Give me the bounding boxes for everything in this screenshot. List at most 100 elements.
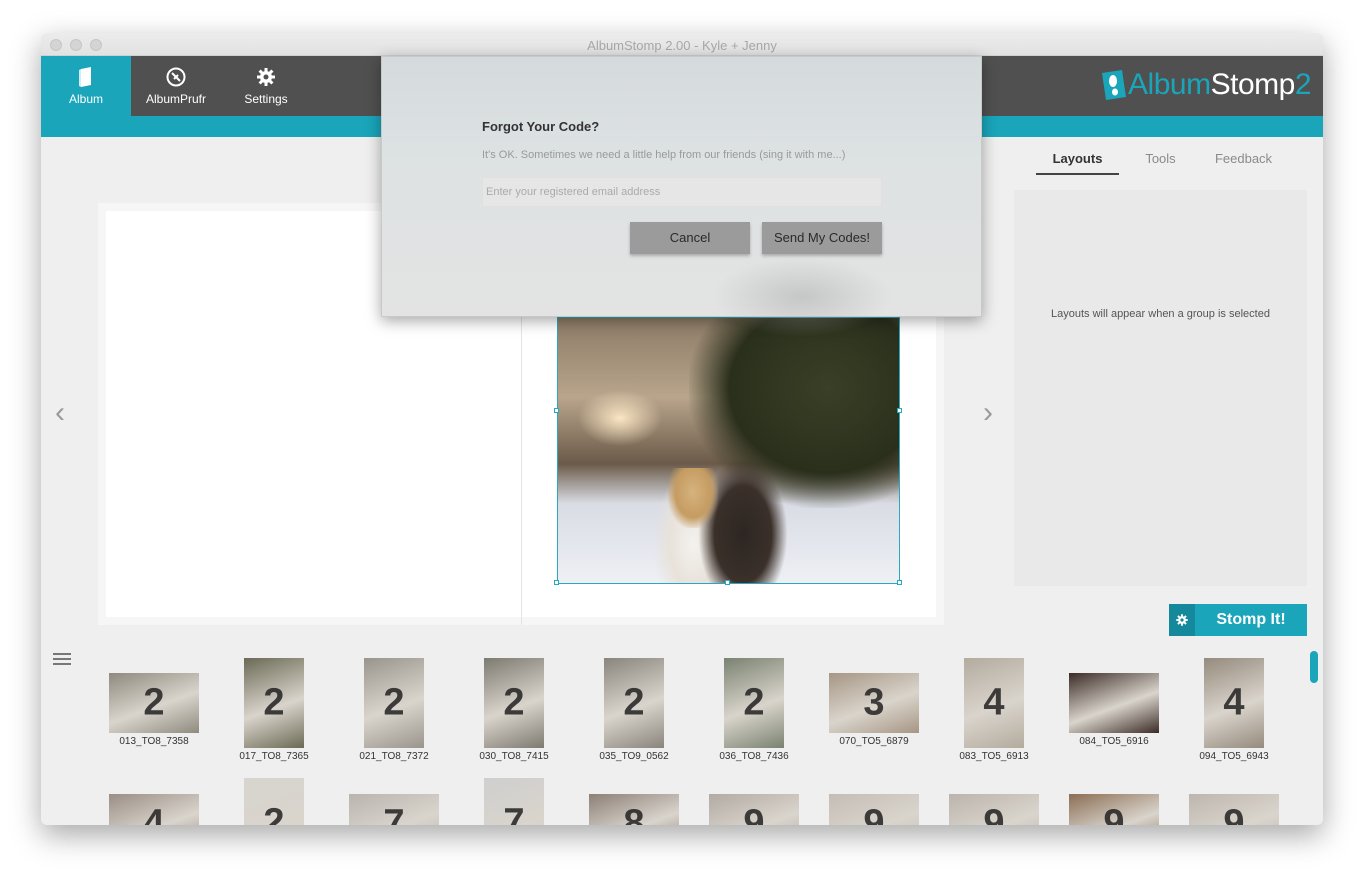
forgot-code-dialog: Forgot Your Code? It's OK. Sometimes we … — [381, 56, 982, 337]
logo-wordmark: AlbumStomp2 — [1128, 68, 1311, 102]
email-field[interactable] — [482, 177, 882, 207]
title-bar: AlbumStomp 2.00 - Kyle + Jenny — [41, 33, 1323, 56]
resize-handle-right[interactable] — [897, 408, 902, 413]
thumbnail-item[interactable]: 8 — [589, 794, 679, 825]
thumbnail-group-count: 7 — [503, 801, 525, 826]
thumbnail-caption: 030_TO8_7415 — [479, 751, 549, 762]
thumbnail-group-count: 4 — [983, 681, 1005, 724]
thumbnail-item[interactable]: 2 036_TO8_7436 — [719, 658, 789, 766]
thumbnail-group-count: 9 — [983, 802, 1005, 826]
thumbnail-item[interactable]: 2 017_TO8_7365 — [239, 658, 309, 766]
thumbnail-item[interactable]: 2 — [244, 778, 304, 825]
logo-part-album: Album — [1128, 68, 1211, 101]
thumbnail-image: 2 — [484, 658, 544, 748]
logo-part-stomp: Stomp — [1210, 68, 1296, 101]
stomp-it-button[interactable]: Stomp It! — [1169, 604, 1307, 636]
thumbnail-image: 7 — [349, 794, 439, 825]
resize-handle-bottom-right[interactable] — [897, 580, 902, 585]
thumbnail-item[interactable]: 2 030_TO8_7415 — [479, 658, 549, 766]
window-title: AlbumStomp 2.00 - Kyle + Jenny — [587, 38, 777, 53]
cancel-button[interactable]: Cancel — [630, 222, 750, 254]
thumbnail-image: 2 — [604, 658, 664, 748]
thumbnail-image: 2 — [724, 658, 784, 748]
thumbnail-image: 9 — [1189, 794, 1279, 825]
album-icon — [79, 67, 91, 87]
thumbnail-image: 3 — [829, 673, 919, 733]
thumbnail-item[interactable]: 2 021_TO8_7372 — [359, 658, 429, 766]
thumbnail-group-count: 4 — [143, 802, 165, 826]
thumbnail-item[interactable]: 9 — [949, 794, 1039, 825]
thumbnail-caption: 083_TO5_6913 — [959, 751, 1029, 762]
tab-feedback[interactable]: Feedback — [1202, 151, 1285, 175]
thumbnail-image: 8 — [589, 794, 679, 825]
thumbnail-group-count: 8 — [623, 802, 645, 826]
dialog-shadow-decoration — [712, 257, 892, 337]
thumbnail-group-count: 9 — [1223, 802, 1245, 826]
thumbnail-image: 9 — [829, 794, 919, 825]
layouts-panel: Layouts will appear when a group is sele… — [1014, 190, 1307, 586]
thumbnail-item[interactable]: 2 013_TO8_7358 — [109, 673, 199, 751]
resize-handle-left[interactable] — [554, 408, 559, 413]
thumbnail-item[interactable]: 7 — [349, 794, 439, 825]
thumbnail-item[interactable]: 9 — [1069, 794, 1159, 825]
thumbnail-scrollbar[interactable] — [1310, 651, 1318, 683]
thumbnail-item[interactable]: 9 — [709, 794, 799, 825]
thumbnail-image: 4 — [964, 658, 1024, 748]
stomp-it-label: Stomp It! — [1216, 611, 1286, 628]
thumbnail-group-count: 2 — [503, 681, 525, 724]
logo-part-version: 2 — [1294, 68, 1312, 101]
toolbar-albumprufr-button[interactable]: AlbumPrufr — [131, 56, 221, 116]
resize-handle-bottom-left[interactable] — [554, 580, 559, 585]
menu-hamburger-icon[interactable] — [53, 653, 71, 667]
thumbnail-item[interactable]: 084_TO5_6916 — [1069, 673, 1159, 751]
thumbnail-image: 4 — [1204, 658, 1264, 748]
thumbnail-group-count: 2 — [623, 681, 645, 724]
thumbnail-image: 9 — [1069, 794, 1159, 825]
thumbnail-image: 7 — [484, 778, 544, 825]
footprint-logo-icon — [1102, 70, 1127, 100]
thumbnail-item[interactable]: 4 — [109, 794, 199, 825]
thumbnail-group-count: 2 — [383, 681, 405, 724]
thumbnail-group-count: 7 — [383, 802, 405, 826]
thumbnail-caption: 070_TO5_6879 — [839, 736, 909, 747]
thumbnail-caption: 094_TO5_6943 — [1199, 751, 1269, 762]
toolbar-album-button[interactable]: Album — [41, 56, 131, 116]
thumbnail-item[interactable]: 3 070_TO5_6879 — [829, 673, 919, 751]
toolbar-settings-button[interactable]: Settings — [221, 56, 311, 116]
thumbnail-item[interactable]: 4 083_TO5_6913 — [959, 658, 1029, 766]
send-my-codes-button[interactable]: Send My Codes! — [762, 222, 882, 254]
toolbar-settings-label: Settings — [244, 92, 288, 106]
dialog-subtitle: It's OK. Sometimes we need a little help… — [482, 149, 846, 161]
thumbnail-item[interactable]: 2 035_TO9_0562 — [599, 658, 669, 766]
thumbnail-group-count: 2 — [263, 681, 285, 724]
placed-photo[interactable] — [557, 317, 900, 584]
stomp-gear-icon — [1169, 604, 1195, 636]
thumbnail-item[interactable]: 9 — [1189, 794, 1279, 825]
thumbnail-group-count: 4 — [1223, 681, 1245, 724]
thumbnail-item[interactable]: 7 — [484, 778, 544, 825]
proofer-icon — [166, 67, 186, 87]
gear-icon — [257, 68, 275, 86]
photo-hair — [668, 468, 718, 528]
thumbnail-caption: 017_TO8_7365 — [239, 751, 309, 762]
next-spread-chevron-icon[interactable]: › — [983, 398, 993, 428]
thumbnail-group-count: 9 — [743, 802, 765, 826]
thumbnail-group-count: 2 — [263, 801, 285, 826]
previous-spread-chevron-icon[interactable]: ‹ — [55, 398, 65, 428]
resize-handle-bottom[interactable] — [725, 580, 730, 585]
layouts-empty-message: Layouts will appear when a group is sele… — [1051, 308, 1270, 320]
thumbnail-group-count: 2 — [143, 681, 165, 724]
thumbnail-item[interactable]: 9 — [829, 794, 919, 825]
thumbnail-caption: 035_TO9_0562 — [599, 751, 669, 762]
thumbnail-image: 2 — [244, 778, 304, 825]
tab-tools[interactable]: Tools — [1119, 151, 1202, 175]
thumbnail-caption: 036_TO8_7436 — [719, 751, 789, 762]
thumbnail-image — [1069, 673, 1159, 733]
tab-layouts[interactable]: Layouts — [1036, 151, 1119, 175]
thumbnail-item[interactable]: 4 094_TO5_6943 — [1199, 658, 1269, 766]
thumbnail-image: 9 — [709, 794, 799, 825]
toolbar-album-label: Album — [68, 92, 103, 106]
toolbar-albumprufr-label: AlbumPrufr — [145, 92, 207, 106]
thumbnail-image: 9 — [949, 794, 1039, 825]
thumbnail-caption: 013_TO8_7358 — [119, 736, 189, 747]
